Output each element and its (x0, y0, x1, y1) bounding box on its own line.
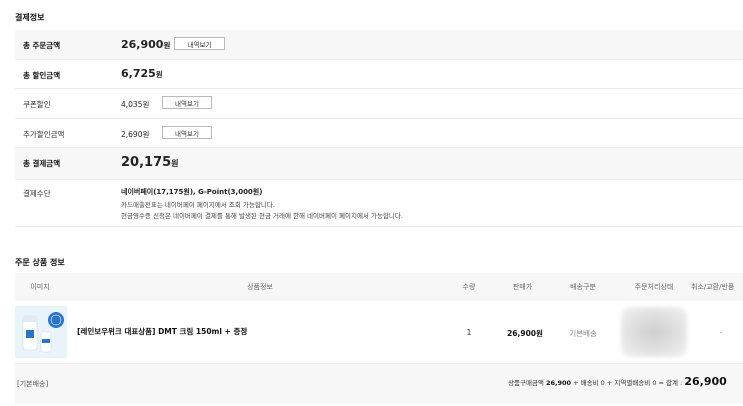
extra-discount-amount: 2,690원 (121, 130, 150, 139)
shipping-type-label: [기본배송] (17, 380, 49, 388)
cream-tube-image (22, 312, 64, 353)
header-image: 이미지 (30, 283, 50, 291)
item-qty: 1 (466, 328, 472, 337)
payment-method-note-1: 카드매출전표는 네이버페이 페이지에서 조회 가능합니다. (121, 201, 275, 209)
summary-total: 26,900 (684, 375, 727, 388)
total-payment-label: 총 결제금액 (23, 159, 61, 168)
summary-prefix: 상품구매금액 (508, 379, 544, 387)
total-discount-value: 6,725원 (121, 67, 163, 80)
item-price: 26,900원 (507, 329, 543, 338)
total-order-row: 총 주문금액 26,900원 내역보기 (15, 30, 743, 60)
order-section-title: 주문 상품 정보 (15, 258, 65, 267)
coupon-detail-button[interactable]: 내역보기 (162, 96, 212, 109)
header-qty: 수량 (462, 283, 476, 291)
product-thumbnail[interactable] (15, 306, 67, 358)
payment-method-main: 네이버페이(17,175원), G-Point(3,000원) (121, 188, 263, 196)
total-payment-row: 총 결제금액 20,175원 (15, 148, 743, 180)
order-summary-row: [기본배송] 상품구매금액 26,900 + 배송비 0 + 지역별배송비 0 … (15, 364, 743, 404)
order-summary: 상품구매금액 26,900 + 배송비 0 + 지역별배송비 0 = 합계 : … (508, 375, 727, 388)
payment-method-note-2: 현금영수증 신청은 네이버페이 결제를 통해 발생된 현금 거래에 한해 네이버… (121, 212, 403, 220)
total-discount-label: 총 할인금액 (23, 71, 61, 80)
total-order-detail-button[interactable]: 내역보기 (174, 37, 225, 50)
product-name[interactable]: [레인보우위크 대표상품] DMT 크림 150ml + 증정 (77, 326, 247, 337)
payment-method-label: 결제수단 (23, 189, 51, 198)
total-order-value: 26,900원 (121, 38, 170, 51)
payment-section-title: 결제정보 (15, 13, 45, 22)
total-order-unit: 원 (163, 41, 171, 50)
header-cancel: 취소/교환/반품 (691, 283, 735, 291)
item-shipping: 기본배송 (569, 329, 597, 338)
total-discount-amount: 6,725 (121, 67, 156, 80)
header-shipping: 배송구분 (570, 283, 596, 291)
total-order-amount: 26,900 (121, 38, 164, 51)
header-price: 판매가 (512, 283, 533, 291)
header-info: 상품정보 (247, 283, 273, 291)
order-table-header: 이미지 상품정보 수량 판매가 배송구분 주문처리상태 취소/교환/반품 (15, 273, 743, 301)
total-order-label: 총 주문금액 (23, 41, 61, 50)
header-status: 주문처리상태 (634, 283, 674, 291)
extra-discount-row: 추가할인금액 2,690원 내역보기 (15, 119, 743, 148)
extra-discount-label: 추가할인금액 (23, 130, 65, 139)
total-payment-unit: 원 (171, 159, 179, 168)
summary-rest: + 배송비 0 + 지역별배송비 0 = 합계 : (573, 379, 683, 387)
item-cancel: - (719, 328, 723, 337)
payment-method-row: 결제수단 네이버페이(17,175원), G-Point(3,000원) 카드매… (15, 180, 743, 227)
order-item-row: [레인보우위크 대표상품] DMT 크림 150ml + 증정 1 26,900… (15, 301, 743, 364)
coupon-row: 쿠폰할인 4,035원 내역보기 (15, 89, 743, 119)
coupon-amount: 4,035원 (121, 100, 150, 109)
total-discount-unit: 원 (155, 70, 163, 79)
summary-amount: 26,900 (545, 379, 572, 387)
coupon-label: 쿠폰할인 (23, 100, 51, 109)
extra-discount-detail-button[interactable]: 내역보기 (162, 126, 212, 139)
total-discount-row: 총 할인금액 6,725원 (15, 60, 743, 89)
item-status-blurred (621, 307, 687, 357)
total-payment-amount: 20,175 (121, 155, 172, 170)
total-payment-value: 20,175원 (121, 155, 179, 170)
